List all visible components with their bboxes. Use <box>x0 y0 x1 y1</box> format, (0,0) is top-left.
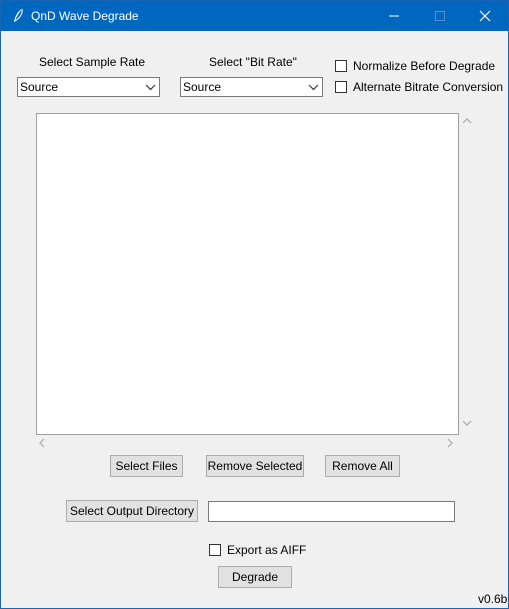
chevron-down-icon <box>308 84 319 91</box>
alternate-bitrate-checkbox-box[interactable] <box>335 81 347 93</box>
close-icon <box>479 10 491 22</box>
sample-rate-select[interactable]: Source <box>17 77 160 97</box>
maximize-button[interactable] <box>417 1 463 31</box>
window-title: QnD Wave Degrade <box>31 9 139 23</box>
scroll-down-icon[interactable] <box>462 419 472 427</box>
sample-rate-label: Select Sample Rate <box>39 55 146 69</box>
horizontal-scrollbar[interactable] <box>36 435 459 452</box>
chevron-down-icon <box>145 84 156 91</box>
normalize-checkbox[interactable]: Normalize Before Degrade <box>335 59 495 73</box>
bit-rate-value: Source <box>183 80 222 94</box>
export-aiff-checkbox-label: Export as AIFF <box>227 543 307 557</box>
scroll-left-icon[interactable] <box>38 438 46 448</box>
file-listbox[interactable] <box>36 113 459 435</box>
normalize-checkbox-box[interactable] <box>335 60 347 72</box>
minimize-icon <box>389 15 399 17</box>
select-files-button[interactable]: Select Files <box>110 455 183 477</box>
export-aiff-checkbox[interactable]: Export as AIFF <box>209 543 306 557</box>
output-directory-input[interactable] <box>208 501 455 522</box>
title-bar[interactable]: QnD Wave Degrade <box>1 1 508 31</box>
remove-all-button[interactable]: Remove All <box>325 455 400 477</box>
scroll-right-icon[interactable] <box>446 438 454 448</box>
maximize-icon <box>435 11 445 21</box>
sample-rate-value: Source <box>20 80 59 94</box>
bit-rate-label: Select "Bit Rate" <box>209 55 297 69</box>
bit-rate-select[interactable]: Source <box>180 77 323 97</box>
feather-icon <box>11 8 25 24</box>
select-output-directory-button[interactable]: Select Output Directory <box>66 500 198 522</box>
app-window: QnD Wave Degrade Select Sample Rate Sour… <box>0 0 509 609</box>
remove-selected-button[interactable]: Remove Selected <box>206 455 304 477</box>
alternate-bitrate-checkbox[interactable]: Alternate Bitrate Conversion <box>335 80 503 94</box>
vertical-scrollbar[interactable] <box>459 113 476 435</box>
alternate-bitrate-checkbox-label: Alternate Bitrate Conversion <box>353 80 504 94</box>
close-button[interactable] <box>462 1 508 31</box>
scroll-up-icon[interactable] <box>462 117 472 125</box>
minimize-button[interactable] <box>371 1 417 31</box>
export-aiff-checkbox-box[interactable] <box>209 544 221 556</box>
normalize-checkbox-label: Normalize Before Degrade <box>353 59 496 73</box>
version-label: v0.6b <box>478 592 508 606</box>
degrade-button[interactable]: Degrade <box>218 566 292 588</box>
